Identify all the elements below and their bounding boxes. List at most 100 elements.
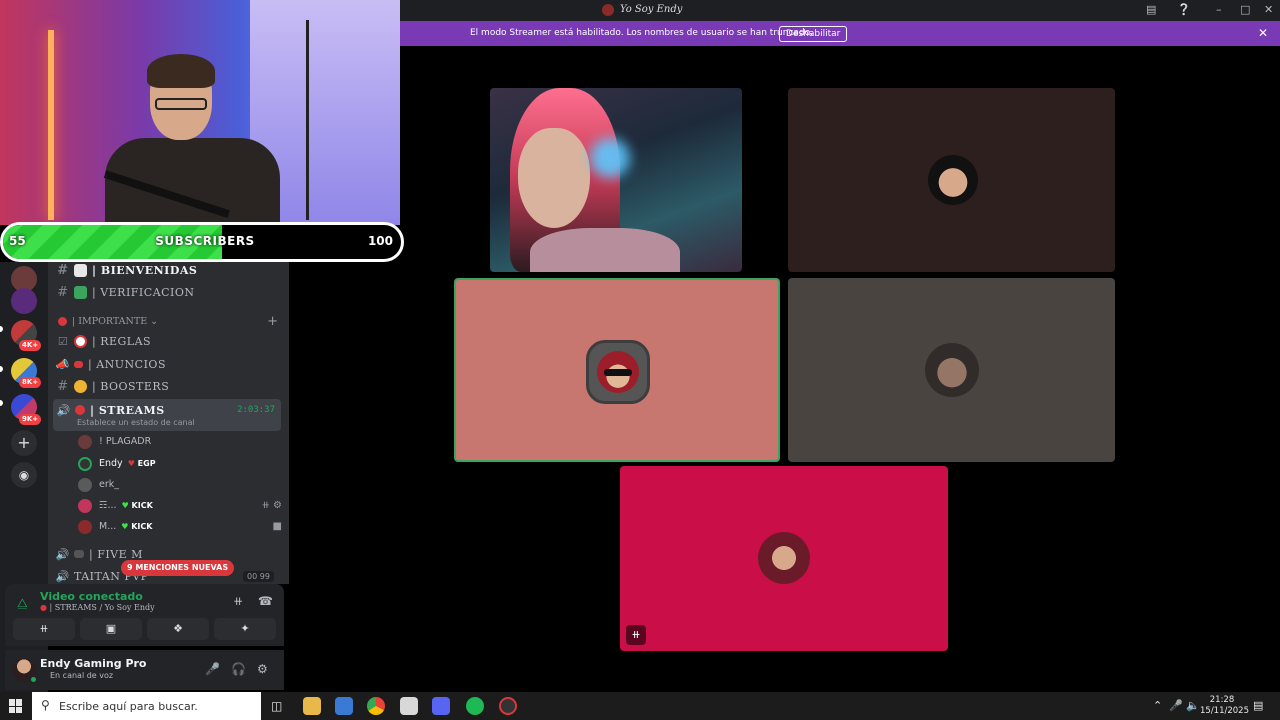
search-icon: ⚲ xyxy=(41,698,50,712)
stream-timer: 2:03:37 xyxy=(237,405,275,415)
microphone-tray-icon[interactable]: 🎤 xyxy=(1169,699,1183,712)
file-explorer-icon[interactable] xyxy=(303,697,321,715)
prohibited-icon xyxy=(74,334,87,348)
maximize-icon[interactable]: □ xyxy=(1240,3,1250,16)
member-tag-label: EGP xyxy=(137,459,156,468)
disconnect-icon[interactable]: ☎ xyxy=(258,594,273,608)
user-name[interactable]: Endy Gaming Pro xyxy=(40,657,146,670)
close-window-icon[interactable]: ✕ xyxy=(1264,3,1273,16)
microphone-icon[interactable]: 🎤 xyxy=(205,662,220,676)
member-tag: ♥ EGP xyxy=(127,459,156,468)
server-icon[interactable] xyxy=(11,288,37,314)
channel-streams[interactable]: 🔊 | STREAMS 2:03:37 Establece un estado … xyxy=(53,399,281,431)
muted-icon: ⧺ xyxy=(626,625,646,645)
no-entry-icon xyxy=(58,317,67,326)
channel-verificacion[interactable]: # | VERIFICACION xyxy=(52,281,282,303)
new-mentions-pill[interactable]: 9 MENCIONES NUEVAS xyxy=(121,560,235,576)
subscriber-goal: 100 xyxy=(367,234,393,248)
video-tile-participant[interactable] xyxy=(788,88,1115,272)
member-name: ! PLAGADR xyxy=(99,436,152,447)
clock-date: 15/11/2025 xyxy=(1200,706,1249,716)
online-status-dot xyxy=(29,675,38,684)
help-icon[interactable]: ❔ xyxy=(1177,3,1191,16)
notifications-icon[interactable]: ▤ xyxy=(1253,699,1263,712)
video-tile-camera[interactable] xyxy=(490,88,742,272)
avatar xyxy=(78,434,92,449)
channel-label: | ANUNCIOS xyxy=(88,357,166,371)
spotify-icon[interactable] xyxy=(466,697,484,715)
voice-member[interactable]: ! PLAGADR xyxy=(78,432,151,451)
task-view-icon[interactable]: ◫ xyxy=(271,699,282,713)
discover-icon[interactable]: ◉ xyxy=(11,462,37,488)
soundboard-button[interactable]: ✦ xyxy=(214,618,276,640)
discord-icon[interactable] xyxy=(432,697,450,715)
chrome-icon[interactable] xyxy=(367,697,385,715)
headphones-icon[interactable]: 🎧 xyxy=(231,662,246,676)
chevron-up-icon[interactable]: ⌃ xyxy=(1153,699,1162,712)
unread-indicator xyxy=(0,366,3,372)
avatar xyxy=(78,498,92,513)
user-avatar[interactable] xyxy=(12,658,38,684)
member-name: erk_ xyxy=(99,479,120,490)
channel-label: | REGLAS xyxy=(92,334,152,348)
channel-list: # | BIENVENIDAS # | VERIFICACION | IMPOR… xyxy=(48,262,289,584)
camera-off-button[interactable]: ⧺ xyxy=(13,618,75,640)
close-banner-icon[interactable]: ✕ xyxy=(1258,26,1268,40)
channel-reglas[interactable]: ☑ | REGLAS xyxy=(52,330,282,352)
camera-icon: ■ xyxy=(272,521,282,532)
voice-member[interactable]: M... ♥ KICK ■ xyxy=(78,517,288,536)
video-tile-participant[interactable]: ⧺ xyxy=(620,466,948,651)
activities-button[interactable]: ❖ xyxy=(147,618,209,640)
minimize-icon[interactable]: – xyxy=(1216,3,1222,16)
checkmark-icon xyxy=(74,285,87,299)
voice-channel-label: | STREAMS / Yo Soy Endy xyxy=(49,603,155,612)
add-channel-icon[interactable]: + xyxy=(267,314,278,329)
windows-start-icon[interactable] xyxy=(9,699,23,713)
voice-channel-icon: 🔊 xyxy=(56,403,72,417)
voice-member[interactable]: erk_ xyxy=(78,475,119,494)
channel-boosters[interactable]: # | BOOSTERS xyxy=(52,375,282,397)
channel-anuncios[interactable]: 📣 | ANUNCIOS xyxy=(52,353,282,375)
obs-icon[interactable] xyxy=(499,697,517,715)
envelope-icon xyxy=(74,263,87,277)
member-tag-label: KICK xyxy=(131,501,153,510)
voice-member[interactable]: ☶... ♥ KICK ⧺ ⚙ xyxy=(78,496,288,515)
participant-avatar xyxy=(758,532,810,584)
channel-status-hint[interactable]: Establece un estado de canal xyxy=(77,418,195,427)
category-importante[interactable]: | IMPORTANTE ⌄ + xyxy=(58,314,278,329)
noise-suppression-icon[interactable]: ⧺ xyxy=(233,594,243,608)
signal-icon[interactable]: ⧋ xyxy=(17,596,28,611)
screen-share-button[interactable]: ▣ xyxy=(80,618,142,640)
video-tile-speaking[interactable] xyxy=(454,278,780,462)
speaker-icon[interactable]: 🔈 xyxy=(1186,699,1200,712)
channel-label: | BOOSTERS xyxy=(92,379,170,393)
text-channel-icon: # xyxy=(57,378,69,394)
no-entry-icon xyxy=(75,405,85,415)
disable-streamer-mode-button[interactable]: Deshabilitar xyxy=(779,26,848,42)
member-tag: ♥ KICK xyxy=(121,501,153,510)
inbox-icon[interactable]: ▤ xyxy=(1146,3,1156,16)
channel-bienvenidas[interactable]: # | BIENVENIDAS xyxy=(52,262,282,281)
voice-status[interactable]: Video conectado xyxy=(40,590,143,603)
system-clock[interactable]: 21:28 15/11/2025 xyxy=(1200,695,1249,717)
channel-label: | FIVE M xyxy=(89,547,143,561)
streamer-mode-banner: El modo Streamer está habilitado. Los no… xyxy=(400,21,1280,46)
search-placeholder: Escribe aquí para buscar. xyxy=(59,700,198,713)
avatar xyxy=(78,456,92,471)
taskbar-search[interactable]: ⚲ Escribe aquí para buscar. xyxy=(32,692,261,720)
store-icon[interactable] xyxy=(335,697,353,715)
announcement-icon: 📣 xyxy=(55,357,71,371)
settings-gear-icon[interactable]: ⚙ xyxy=(257,662,268,676)
voice-channel-name[interactable]: ● | STREAMS / Yo Soy Endy xyxy=(40,603,155,612)
streamer xyxy=(103,54,285,225)
member-tag: ♥ KICK xyxy=(121,522,153,531)
voice-controls: ⧺ ▣ ❖ ✦ xyxy=(5,618,284,646)
add-server-button[interactable]: + xyxy=(11,430,37,456)
app-icon[interactable] xyxy=(400,697,418,715)
user-status: En canal de voz xyxy=(50,671,114,680)
avatar xyxy=(78,519,92,534)
video-tile-participant[interactable] xyxy=(788,278,1115,462)
participant-avatar xyxy=(586,340,650,404)
gamepad-icon xyxy=(74,550,84,558)
voice-member[interactable]: Endy ♥ EGP xyxy=(78,454,156,473)
